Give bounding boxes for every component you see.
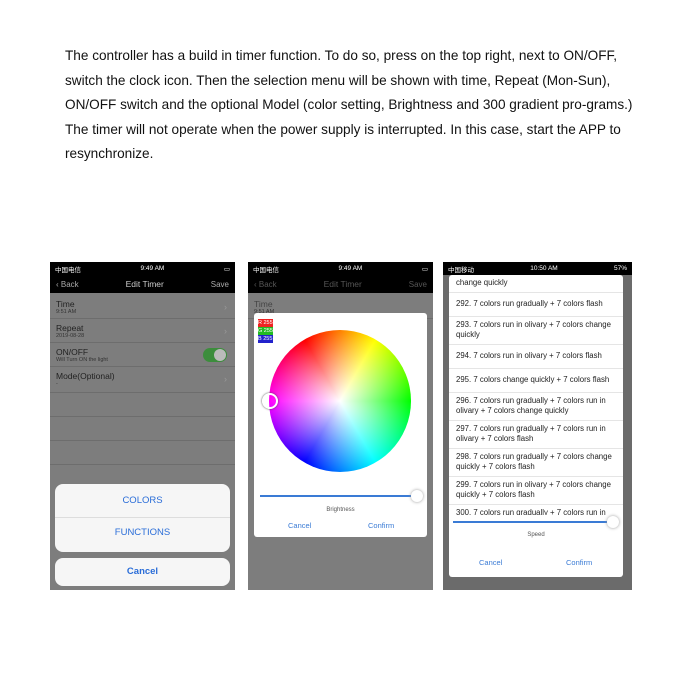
status-bar: 中国电信 9:49 AM ▭	[50, 262, 235, 275]
mode-item[interactable]: 293. 7 colors run in olivary + 7 colors …	[449, 317, 623, 345]
speed-slider[interactable]	[453, 521, 613, 523]
brightness-label: Brightness	[326, 507, 355, 513]
back-label: Back	[60, 279, 79, 289]
phone-mode-list: 中国移动 10:50 AM 57% change quickly 292. 7 col…	[443, 262, 632, 590]
battery-icon: ▭	[421, 265, 428, 273]
colors-option[interactable]: COLORS	[55, 484, 230, 518]
onoff-toggle[interactable]	[203, 348, 227, 362]
action-sheet: COLORS FUNCTIONS	[55, 484, 230, 552]
confirm-button[interactable]: Confirm	[368, 521, 394, 530]
brightness-slider[interactable]	[260, 495, 419, 497]
mode-item[interactable]: 295. 7 colors change quickly + 7 colors …	[449, 369, 623, 393]
row-sub: 2019-08-28	[56, 333, 85, 339]
empty-row	[50, 441, 235, 465]
row-onoff: ON/OFF Will Turn ON the light	[50, 343, 235, 367]
mode-item[interactable]: 300. 7 colors run gradually + 7 colors r…	[449, 505, 623, 516]
cancel-button[interactable]: Cancel	[288, 521, 311, 530]
color-dialog: R 255 G 255 B 255 Brightness Cancel Conf…	[254, 313, 427, 537]
nav-bar: ‹ Back Edit Timer Save	[248, 275, 433, 293]
back-button[interactable]: ‹ Back	[56, 280, 79, 289]
brightness-thumb[interactable]	[411, 490, 423, 502]
status-bar: 中国电信 9:49 AM ▭	[248, 262, 433, 275]
color-picker-handle[interactable]	[262, 393, 278, 409]
row-label: Time	[254, 299, 273, 309]
cancel-button[interactable]: Cancel	[55, 558, 230, 586]
confirm-button[interactable]: Confirm	[566, 558, 592, 567]
phone-edit-timer: 中国电信 9:49 AM ▭ ‹ Back Edit Timer Save Time…	[50, 262, 235, 590]
nav-title: Edit Timer	[323, 279, 362, 289]
speed-label: Speed	[527, 532, 545, 538]
clock: 9:49 AM	[338, 265, 363, 272]
row-time[interactable]: Time 9:51 AM ›	[50, 295, 235, 319]
mode-item[interactable]: 298. 7 colors run gradually + 7 colors c…	[449, 449, 623, 477]
intro-text: The controller has a build in timer func…	[65, 48, 633, 161]
mode-item[interactable]: 299. 7 colors run in olivary + 7 colors …	[449, 477, 623, 505]
row-label: Time	[56, 299, 75, 309]
mode-item[interactable]: 294. 7 colors run in olivary + 7 colors …	[449, 345, 623, 369]
status-bar: 中国移动 10:50 AM 57%	[443, 262, 632, 275]
clock: 10:50 AM	[530, 265, 558, 272]
rgb-readout: R 255 G 255 B 255	[258, 319, 273, 343]
carrier: 中国电信	[253, 266, 279, 274]
nav-title: Edit Timer	[125, 279, 164, 289]
save-button[interactable]: Save	[211, 280, 229, 289]
row-sub: 9:51 AM	[56, 309, 77, 315]
carrier: 中国电信	[55, 266, 81, 274]
functions-option[interactable]: FUNCTIONS	[55, 518, 230, 552]
mode-list[interactable]: change quickly 292. 7 colors run graduall…	[449, 275, 623, 515]
mode-dialog: change quickly 292. 7 colors run graduall…	[449, 275, 623, 577]
chevron-right-icon: ›	[224, 302, 227, 312]
mode-item[interactable]: 292. 7 colors run gradually + 7 colors f…	[449, 293, 623, 317]
row-repeat[interactable]: Repeat 2019-08-28 ›	[50, 319, 235, 343]
mode-item[interactable]: 297. 7 colors run gradually + 7 colors r…	[449, 421, 623, 449]
clock: 9:49 AM	[140, 265, 165, 272]
nav-bar: ‹ Back Edit Timer Save	[50, 275, 235, 293]
row-label: ON/OFF	[56, 347, 89, 357]
color-wheel[interactable]	[269, 330, 411, 472]
empty-row	[50, 417, 235, 441]
back-label: Back	[258, 279, 277, 289]
save-button[interactable]: Save	[409, 280, 427, 289]
speed-thumb[interactable]	[607, 516, 619, 528]
row-label: Repeat	[56, 323, 84, 333]
row-sub: -	[56, 381, 58, 387]
cancel-button[interactable]: Cancel	[479, 558, 502, 567]
chevron-right-icon: ›	[224, 374, 227, 384]
phone-color-picker: 中国电信 9:49 AM ▭ ‹ Back Edit Timer Save Time…	[248, 262, 433, 590]
row-mode[interactable]: Mode(Optional) - ›	[50, 367, 235, 393]
mode-item[interactable]: 296. 7 colors run gradually + 7 colors r…	[449, 393, 623, 421]
back-button[interactable]: ‹ Back	[254, 280, 277, 289]
carrier: 中国移动	[448, 266, 474, 274]
battery: 57%	[613, 265, 627, 272]
row-label: Mode(Optional)	[56, 371, 115, 381]
battery-icon: ▭	[223, 265, 230, 273]
blue-value: B 255	[258, 335, 273, 343]
red-value: R 255	[258, 319, 273, 327]
empty-row	[50, 393, 235, 417]
chevron-right-icon: ›	[224, 326, 227, 336]
green-value: G 255	[258, 327, 273, 335]
mode-item[interactable]: change quickly	[449, 275, 623, 293]
